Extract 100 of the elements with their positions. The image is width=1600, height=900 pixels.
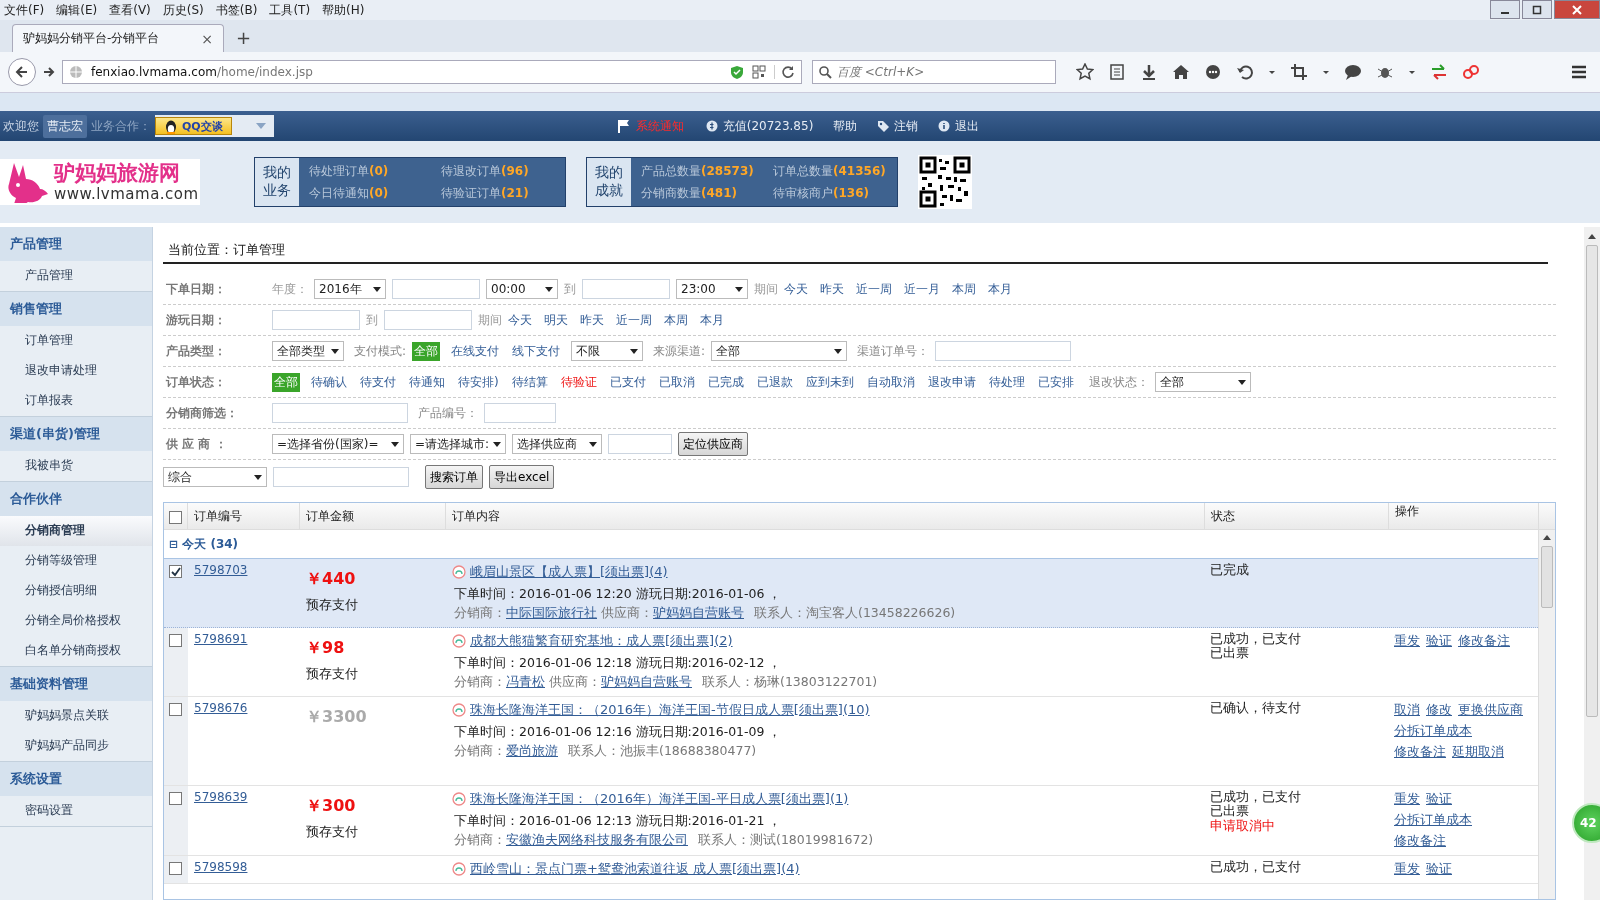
party-link[interactable]: 安徽渔夫网络科技服务有限公司 — [506, 832, 688, 847]
status-option[interactable]: 待支付 — [358, 372, 398, 392]
qq-dropdown[interactable]: QQ交谈 — [155, 115, 274, 137]
forward-button[interactable] — [42, 65, 56, 79]
sidebar-item[interactable]: 驴妈妈产品同步 — [0, 731, 152, 761]
action-link[interactable]: 分拆订单成本 — [1394, 722, 1472, 740]
close-button[interactable] — [1554, 0, 1600, 19]
order-row[interactable]: 5798691 ￥98 预存支付 成都大熊猫繁育研究基地：成人票[须出票](2) 下单时间：2016-01-06 12:18 游玩日期:2016-02-12 ， 分销商：冯青松 供应商：驴妈妈自营账号 联系人：杨琳(13803122701) 已成功，已支付 已出票 重发 验证 修改备注 — [164, 628, 1538, 697]
date-shortcut-link[interactable]: 本周 — [952, 280, 976, 298]
stats-link[interactable]: 分销商数量(481) — [641, 184, 773, 202]
menu-item[interactable]: 编辑(E) — [56, 1, 98, 19]
status-option[interactable]: 待结算 — [509, 372, 550, 392]
date-shortcut-link[interactable]: 本周 — [664, 311, 688, 329]
sidebar-item[interactable]: 我被串货 — [0, 451, 152, 481]
status-option[interactable]: 退改申请 — [925, 372, 978, 392]
back-button[interactable] — [8, 58, 36, 86]
date-shortcut-link[interactable]: 昨天 — [580, 311, 604, 329]
locate-supplier-button[interactable]: 定位供应商 — [678, 432, 748, 456]
browser-tab[interactable]: 驴妈妈分销平台-分销平台 × — [12, 24, 224, 52]
date-field[interactable] — [272, 310, 360, 330]
product-link[interactable]: 西岭雪山：景点门票+鸳鸯池索道往返 成人票[须出票](4) — [470, 860, 800, 878]
sidebar-section-title[interactable]: 基础资料管理 — [0, 667, 152, 701]
speech-bubble-icon[interactable] — [1344, 63, 1362, 81]
sidebar-item[interactable]: 订单管理 — [0, 326, 152, 356]
sidebar-item[interactable]: 密码设置 — [0, 796, 152, 826]
action-link[interactable]: 延期取消 — [1452, 743, 1504, 761]
date-shortcut-link[interactable]: 本月 — [988, 280, 1012, 298]
reading-list-icon[interactable] — [1108, 63, 1126, 81]
status-option[interactable]: 已退款 — [754, 372, 795, 392]
date-shortcut-link[interactable]: 本月 — [700, 311, 724, 329]
order-row[interactable]: 5798703 ￥440 预存支付 峨眉山景区【成人票】[须出票](4) 下单时间：2016-01-06 12:20 游玩日期:2016-01-06 ， 分销商：中际国际旅行社 供应商：驴妈妈自营账号 联系人：淘宝客人(13458226626) 已完成 — [164, 559, 1538, 628]
date-field[interactable] — [384, 310, 472, 330]
menu-icon[interactable] — [1570, 63, 1588, 81]
chat-icon[interactable] — [1204, 63, 1222, 81]
action-link[interactable]: 修改备注 — [1394, 743, 1446, 761]
order-id-link[interactable]: 5798703 — [194, 563, 248, 577]
product-link[interactable]: 珠海长隆海洋王国：（2016年）海洋王国-节假日成人票[须出票](10) — [470, 701, 870, 719]
user-name[interactable]: 曹志宏 — [43, 114, 87, 138]
sync-arrows-icon[interactable] — [1430, 63, 1448, 81]
column-header[interactable]: 订单金额 — [300, 503, 446, 529]
date-shortcut-link[interactable]: 今天 — [784, 280, 808, 298]
scrollbar-thumb[interactable] — [1541, 546, 1553, 608]
checkbox[interactable] — [169, 792, 182, 805]
home-icon[interactable] — [1172, 63, 1190, 81]
date-shortcut-link[interactable]: 今天 — [508, 311, 532, 329]
action-link[interactable]: 分拆订单成本 — [1394, 811, 1472, 829]
product-link[interactable]: 峨眉山景区【成人票】[须出票](4) — [470, 563, 668, 581]
order-id-link[interactable]: 5798598 — [194, 860, 248, 874]
status-option[interactable]: 待安排) — [456, 372, 501, 392]
search-field[interactable]: 百度 <Ctrl+K> — [812, 60, 1056, 84]
topbar-link[interactable]: 充值(20723.85) — [722, 117, 814, 135]
status-option[interactable]: 待通知 — [407, 372, 447, 392]
collapse-toggle[interactable]: ⊟ — [169, 537, 179, 551]
status-option[interactable]: 待验证 — [558, 372, 599, 392]
party-link[interactable]: 冯青松 — [506, 674, 545, 689]
scroll-up-icon[interactable] — [1543, 534, 1551, 540]
date-shortcut-link[interactable]: 近一周 — [616, 311, 652, 329]
supplier-field[interactable] — [608, 434, 672, 454]
checkbox[interactable] — [169, 634, 182, 647]
topbar-link[interactable]: 退出 — [955, 117, 980, 135]
party-link[interactable]: 爱尚旅游 — [506, 743, 558, 758]
action-link[interactable]: 取消 — [1394, 701, 1420, 719]
supplier-select[interactable]: 选择供应商 — [512, 434, 602, 454]
close-tab-button[interactable]: × — [201, 30, 213, 47]
date-shortcut-link[interactable]: 近一周 — [856, 280, 892, 298]
sidebar-section-title[interactable]: 合作伙伴 — [0, 482, 152, 516]
pay-mode-option[interactable]: 在线支付 — [449, 341, 502, 361]
new-tab-button[interactable]: + — [230, 27, 258, 52]
product-type-select[interactable]: 全部类型 — [272, 341, 344, 361]
action-link[interactable]: 修改备注 — [1394, 832, 1446, 850]
status-option[interactable]: 已取消 — [656, 372, 697, 392]
product-link[interactable]: 成都大熊猫繁育研究基地：成人票[须出票](2) — [470, 632, 733, 650]
action-link[interactable]: 修改备注 — [1458, 632, 1510, 650]
column-header[interactable]: 状态 — [1205, 503, 1389, 529]
qq-chat-button[interactable]: QQ交谈 — [155, 117, 232, 135]
limit-select[interactable]: 不限 — [571, 341, 644, 361]
sidebar-item[interactable]: 分销等级管理 — [0, 546, 152, 576]
menu-item[interactable]: 查看(V) — [109, 1, 151, 19]
status-option[interactable]: 待确认 — [309, 372, 349, 392]
party-link[interactable]: 中际国际旅行社 — [506, 605, 597, 620]
status-option[interactable]: 已支付 — [607, 372, 648, 392]
time-select[interactable]: 23:00 — [676, 279, 748, 299]
checkbox[interactable] — [169, 862, 182, 875]
pay-mode-option[interactable]: 线下支付 — [510, 341, 563, 361]
topbar-link[interactable]: 帮助 — [833, 117, 858, 135]
sidebar-item[interactable]: 分销全局价格授权 — [0, 606, 152, 636]
distributor-field[interactable] — [272, 403, 408, 423]
order-row[interactable]: 5798639 ￥300 预存支付 珠海长隆海洋王国：（2016年）海洋王国-平日成人票[须出票](1) 下单时间：2016-01-06 12:13 游玩日期:2016-01-21 ， 分销商：安徽渔夫网络科技服务有限公司 联系人：测试(18019981672) 已成功，已支付 已出票 申请取消中 重发 验证 分拆订单成本 修改备注 — [164, 786, 1538, 856]
sidebar-item[interactable]: 分销授信明细 — [0, 576, 152, 606]
date-field[interactable] — [582, 279, 670, 299]
crop-icon[interactable] — [1290, 63, 1308, 81]
order-id-link[interactable]: 5798676 — [194, 701, 248, 715]
sidebar-section-title[interactable]: 销售管理 — [0, 292, 152, 326]
order-row[interactable]: 5798598 西岭雪山：景点门票+鸳鸯池索道往返 成人票[须出票](4) 已成功，已支付 重发 验证 — [164, 856, 1538, 884]
product-link[interactable]: 珠海长隆海洋王国：（2016年）海洋王国-平日成人票[须出票](1) — [470, 790, 849, 808]
menu-item[interactable]: 书签(B) — [215, 1, 258, 19]
order-row[interactable]: 5798676 ￥3300 珠海长隆海洋王国：（2016年）海洋王国-节假日成人票[须出票](10) 下单时间：2016-01-06 12:16 游玩日期:2016-01-09 ， 分销商：爱尚旅游 联系人：池振丰(18688380477) 已确认，待支付 取消 修改 更换供应商 分拆订单成本 修改备注 延期取消 — [164, 697, 1538, 786]
stats-link[interactable]: 待处理订单(0) — [309, 162, 441, 180]
keyword-field[interactable] — [273, 467, 409, 487]
status-option[interactable]: 待处理 — [986, 372, 1027, 392]
